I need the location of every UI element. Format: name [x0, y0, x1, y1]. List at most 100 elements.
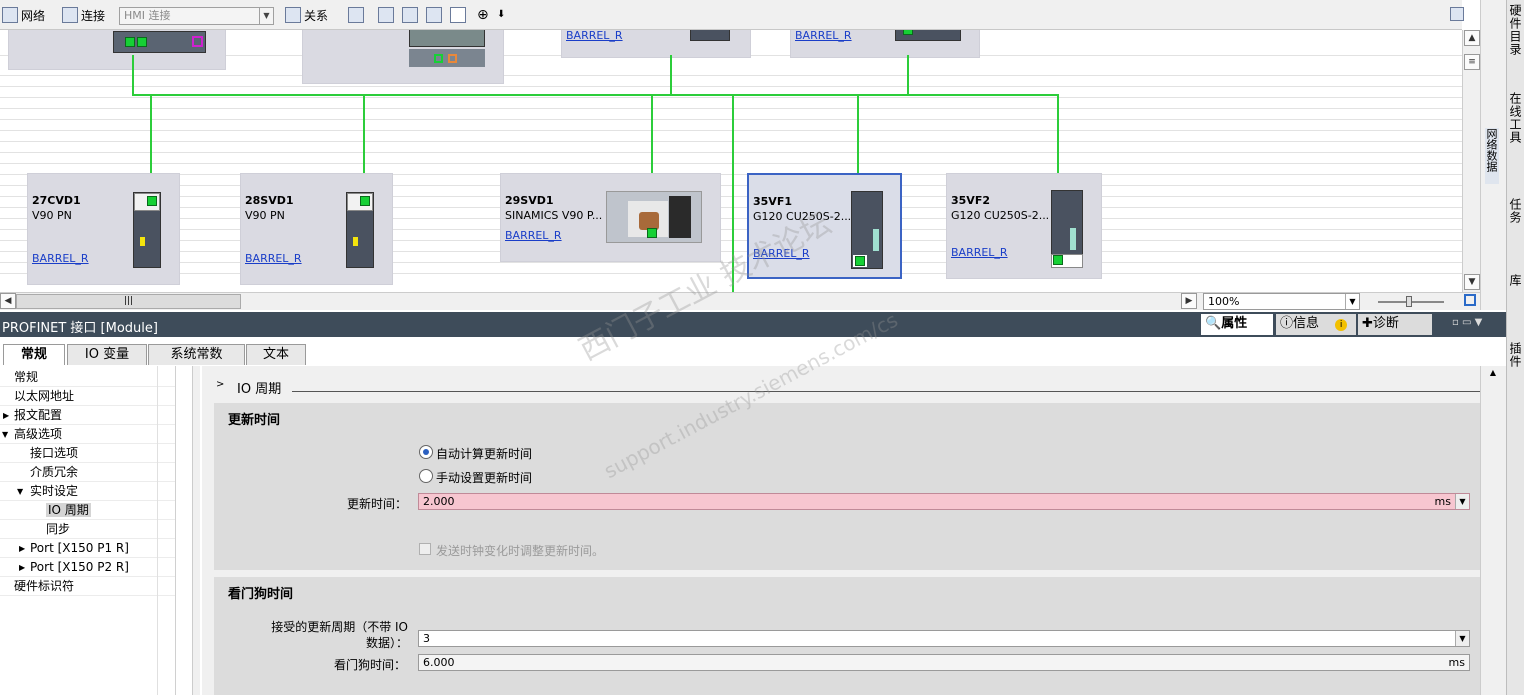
tab-system-constants[interactable]: 系统常数	[148, 344, 245, 365]
tab-plugins[interactable]: 插件	[1508, 342, 1524, 368]
device-link[interactable]: BARREL_R	[32, 252, 89, 265]
info-tab[interactable]: ⓘ信息 i	[1276, 314, 1356, 335]
chevron-right-icon[interactable]: ▶	[3, 406, 9, 425]
grid-icon[interactable]	[426, 7, 442, 23]
chevron-right-icon: >	[216, 379, 225, 390]
device-name: 27CVD1	[32, 194, 81, 207]
chevron-down-icon[interactable]: ▼	[1345, 294, 1359, 309]
top-device-1[interactable]	[8, 30, 226, 70]
chevron-right-icon[interactable]: ▶	[19, 558, 25, 577]
device-35vf2[interactable]: 35VF2 G120 CU250S-2... BARREL_R	[946, 173, 1102, 279]
device-link[interactable]: BARREL_R	[505, 229, 562, 242]
update-time-input[interactable]: 2.000 ms ▼	[418, 493, 1470, 510]
canvas-horizontal-scrollbar[interactable]: ◀ ||| ▶ 100% ▼	[0, 292, 1480, 310]
tab-hardware-catalog[interactable]: 硬件目录	[1508, 4, 1524, 56]
device-name: 35VF1	[753, 195, 792, 208]
canvas-vertical-scrollbar[interactable]: ▲ ≡ ▼	[1462, 30, 1480, 292]
download-icon[interactable]: ⬇	[497, 9, 505, 20]
scroll-right-icon[interactable]: ▶	[1181, 293, 1197, 309]
zoom-value: 100%	[1208, 295, 1240, 308]
content-scrollbar[interactable]: ▲	[1480, 366, 1506, 695]
chevron-down-icon[interactable]: ▼	[1455, 631, 1469, 646]
properties-tab[interactable]: 🔍属性	[1201, 314, 1273, 335]
zoom-select[interactable]: 100% ▼	[1203, 293, 1360, 310]
device-28svd1[interactable]: 28SVD1 V90 PN BARREL_R	[240, 173, 393, 285]
device-name: 28SVD1	[245, 194, 294, 207]
network-view-button[interactable]: 网络	[2, 6, 45, 24]
device-27cvd1[interactable]: 27CVD1 V90 PN BARREL_R	[27, 173, 180, 285]
tab-io-tags[interactable]: IO 变量	[67, 344, 147, 365]
device-29svd1[interactable]: 29SVD1 SINAMICS V90 P... BARREL_R	[500, 173, 721, 262]
property-content: > IO 周期 更新时间 自动计算更新时间 手动设置更新时间 更新时间： 2.0…	[202, 366, 1482, 695]
tab-online-tools[interactable]: 在线工具	[1508, 92, 1524, 144]
tab-tasks[interactable]: 任务	[1508, 198, 1524, 224]
device-link[interactable]: BARREL_R	[566, 30, 623, 42]
scroll-up-icon[interactable]: ▲	[1485, 368, 1501, 378]
tree-item[interactable]: ▶ 报文配置	[0, 406, 175, 425]
scroll-down-icon[interactable]: ▼	[1464, 274, 1480, 290]
device-link[interactable]: BARREL_R	[795, 30, 852, 42]
tab-general[interactable]: 常规	[3, 344, 65, 365]
top-device-3[interactable]: BARREL_R	[561, 30, 751, 58]
device-link[interactable]: BARREL_R	[753, 247, 810, 260]
task-cards-strip: 硬件目录 在线工具 任务 库 插件	[1506, 0, 1524, 695]
top-device-4[interactable]: BARREL_R	[790, 30, 980, 58]
network-data-tab[interactable]: 网络数据	[1485, 128, 1499, 184]
device-link[interactable]: BARREL_R	[951, 246, 1008, 259]
accepted-cycles-select[interactable]: 3 ▼	[418, 630, 1470, 647]
tree-item[interactable]: 以太网地址	[0, 387, 175, 406]
tree-item[interactable]: 同步	[0, 520, 175, 539]
device-name: 29SVD1	[505, 194, 554, 207]
tree-item[interactable]: 接口选项	[0, 444, 175, 463]
tree-item[interactable]: ▼ 高级选项	[0, 425, 175, 444]
scroll-thumb[interactable]: ≡	[1464, 54, 1480, 70]
topology-icon[interactable]	[378, 7, 394, 23]
scroll-up-icon[interactable]: ▲	[1464, 30, 1480, 46]
tab-library[interactable]: 库	[1508, 274, 1524, 287]
tree-item[interactable]: 介质冗余	[0, 463, 175, 482]
properties-icon: 🔍	[1205, 316, 1222, 331]
tree-item[interactable]: 硬件标识符	[0, 577, 175, 596]
tree-item[interactable]: ▼ 实时设定	[0, 482, 175, 501]
tree-item[interactable]: ▶ Port [X150 P2 R]	[0, 558, 175, 577]
zoom-slider-thumb[interactable]	[1406, 296, 1412, 307]
tab-texts[interactable]: 文本	[246, 344, 306, 365]
chevron-right-icon[interactable]: ▶	[19, 539, 25, 558]
panel-window-controls-icon[interactable]: ▫ ▭ ▼	[1452, 317, 1482, 328]
tree-item[interactable]: ▶ Port [X150 P1 R]	[0, 539, 175, 558]
overview-icon[interactable]	[1450, 7, 1464, 21]
device-icon[interactable]	[402, 7, 418, 23]
inspector-header: PROFINET 接口 [Module] 🔍属性 ⓘ信息 i ✚诊断 ▫ ▭ ▼	[0, 312, 1506, 337]
manual-set-radio[interactable]	[419, 469, 433, 483]
tree-splitter[interactable]	[192, 366, 200, 695]
watchdog-value: 6.000	[423, 656, 455, 669]
chevron-down-icon[interactable]: ▼	[17, 482, 23, 501]
chevron-down-icon[interactable]: ▼	[1455, 494, 1469, 509]
diagnostics-tab[interactable]: ✚诊断	[1358, 314, 1432, 335]
tree-item[interactable]: 常规	[0, 368, 175, 387]
auto-calc-radio[interactable]	[419, 445, 433, 459]
device-35vf1[interactable]: 35VF1 G120 CU250S-2... BARREL_R	[747, 173, 902, 279]
network-canvas[interactable]: BARREL_R BARREL_R 27CVD1 V90 PN BARREL_R…	[0, 30, 1462, 292]
device-link[interactable]: BARREL_R	[245, 252, 302, 265]
relation-button[interactable]: 关系	[285, 6, 328, 24]
scroll-left-icon[interactable]: ◀	[0, 293, 16, 309]
fit-icon[interactable]	[1464, 294, 1476, 306]
unit-label: ms	[1448, 656, 1465, 669]
connect-button[interactable]: 连接	[62, 6, 105, 24]
chevron-down-icon[interactable]: ▼	[2, 425, 8, 444]
zoom-icon[interactable]: ⊕	[477, 7, 489, 23]
scroll-thumb-h[interactable]: |||	[16, 294, 241, 309]
update-time-label: 更新时间：	[347, 497, 408, 511]
top-device-2[interactable]	[302, 30, 504, 84]
name-icon[interactable]	[348, 7, 364, 23]
tree-item-selected[interactable]: IO 周期	[0, 501, 175, 520]
chevron-down-icon[interactable]: ▼	[259, 8, 273, 24]
page-icon[interactable]	[450, 7, 466, 23]
adjust-checkbox[interactable]	[419, 543, 431, 555]
network-label: 网络	[21, 8, 46, 23]
watchdog-label: 看门狗时间：	[334, 658, 407, 672]
connection-type-select[interactable]: HMI 连接 ▼	[119, 7, 274, 25]
update-time-value: 2.000	[423, 495, 455, 508]
update-time-section: 更新时间 自动计算更新时间 手动设置更新时间 更新时间： 2.000 ms ▼ …	[214, 403, 1482, 570]
